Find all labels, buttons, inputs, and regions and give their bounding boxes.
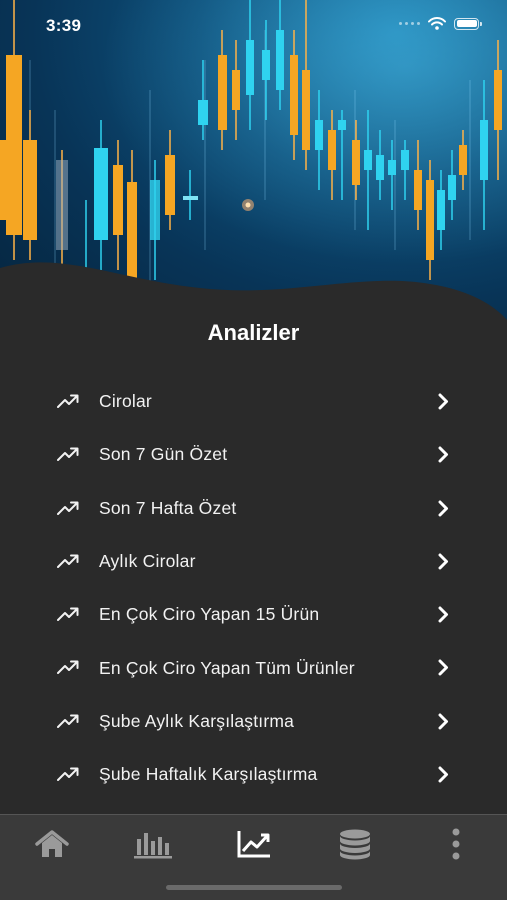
chevron-right-icon bbox=[438, 713, 448, 730]
trending-up-icon bbox=[57, 554, 79, 568]
more-vertical-icon bbox=[452, 828, 460, 860]
menu-item-label: En Çok Ciro Yapan 15 Ürün bbox=[99, 604, 320, 625]
menu-item-label: Son 7 Gün Özet bbox=[99, 444, 228, 465]
chevron-right-icon bbox=[438, 659, 448, 676]
menu-item-label: Şube Aylık Karşılaştırma bbox=[99, 710, 295, 731]
chevron-right-icon bbox=[438, 766, 448, 783]
menu-item[interactable]: Şube Aylık Karşılaştırma bbox=[0, 695, 507, 748]
menu-item[interactable]: En Çok Ciro Yapan 15 Ürün bbox=[0, 588, 507, 641]
tab-more[interactable] bbox=[436, 827, 476, 861]
trending-up-icon bbox=[57, 501, 79, 515]
tab-reports[interactable] bbox=[133, 827, 173, 861]
menu-item[interactable]: Cirolar bbox=[0, 375, 507, 428]
chevron-right-icon bbox=[438, 553, 448, 570]
trending-up-icon bbox=[57, 394, 79, 408]
cellular-signal-icon bbox=[399, 22, 420, 25]
chevron-right-icon bbox=[438, 606, 448, 623]
menu-item[interactable]: Şube Haftalık Karşılaştırma bbox=[0, 748, 507, 801]
analysis-menu: Cirolar Son 7 Gün Özet Son 7 Hafta Özet Ayl… bbox=[0, 375, 507, 801]
database-icon bbox=[340, 829, 370, 860]
trending-up-icon bbox=[57, 447, 79, 462]
tab-analytics[interactable] bbox=[234, 827, 274, 861]
menu-item[interactable]: Son 7 Hafta Özet bbox=[0, 482, 507, 535]
menu-item-label: Son 7 Hafta Özet bbox=[99, 497, 237, 518]
trending-up-icon bbox=[57, 607, 79, 622]
menu-item-label: Aylık Cirolar bbox=[99, 551, 196, 572]
home-icon bbox=[35, 830, 69, 857]
menu-item-label: Şube Haftalık Karşılaştırma bbox=[99, 764, 318, 785]
chevron-right-icon bbox=[438, 393, 448, 410]
status-time: 3:39 bbox=[46, 16, 82, 35]
status-bar: 3:39 bbox=[0, 0, 507, 54]
trending-up-icon bbox=[57, 714, 79, 728]
battery-icon bbox=[454, 17, 482, 30]
trending-up-icon bbox=[237, 831, 270, 858]
menu-item-label: En Çok Ciro Yapan Tüm Ürünler bbox=[99, 657, 355, 678]
menu-item[interactable]: En Çok Ciro Yapan Tüm Ürünler bbox=[0, 641, 507, 694]
status-icons bbox=[399, 17, 482, 30]
bar-chart-icon bbox=[134, 833, 172, 859]
tab-home[interactable] bbox=[32, 827, 72, 861]
menu-item[interactable]: Aylık Cirolar bbox=[0, 535, 507, 588]
chevron-right-icon bbox=[438, 500, 448, 517]
hero-wave-divider bbox=[0, 262, 507, 330]
chevron-right-icon bbox=[438, 446, 448, 463]
menu-item[interactable]: Son 7 Gün Özet bbox=[0, 428, 507, 481]
home-indicator bbox=[166, 885, 342, 890]
tab-database[interactable] bbox=[335, 827, 375, 861]
trending-up-icon bbox=[57, 767, 79, 782]
analysis-screen: 3:39 Analizler Cirolar Son 7 Gün Özet Son … bbox=[0, 0, 507, 900]
trending-up-icon bbox=[57, 660, 79, 675]
wifi-icon bbox=[428, 17, 446, 30]
menu-item-label: Cirolar bbox=[99, 391, 152, 412]
page-title: Analizler bbox=[207, 320, 300, 345]
